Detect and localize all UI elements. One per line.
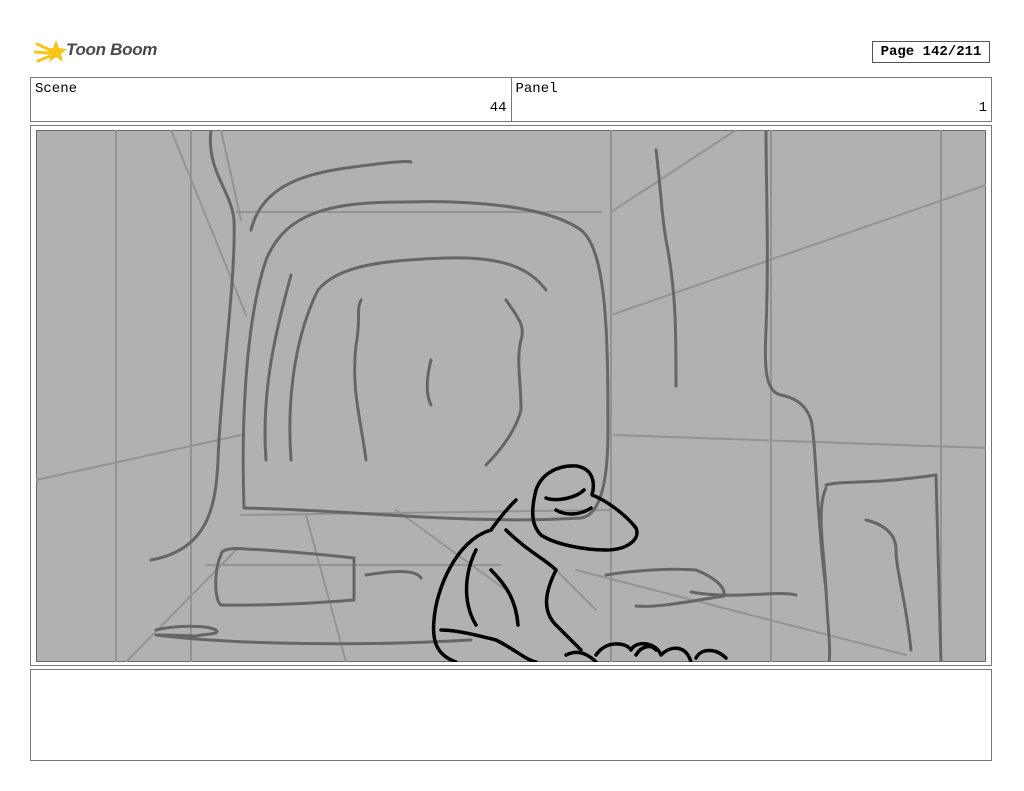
- panel-drawing: [36, 130, 986, 662]
- scene-cell: Scene 44: [31, 78, 511, 121]
- brand-name: Toon Boom: [66, 40, 158, 59]
- storyboard-panel: [30, 125, 992, 666]
- comet-star-icon: [34, 40, 67, 63]
- toon-boom-logo: Toon Boom: [34, 36, 164, 70]
- panel-label: Panel: [515, 81, 558, 97]
- scene-number: 44: [489, 100, 507, 116]
- panel-number: 1: [978, 100, 987, 116]
- scene-label: Scene: [35, 81, 78, 97]
- caption-box: [30, 669, 992, 761]
- scene-panel-header: Scene 44 Panel 1: [30, 77, 992, 122]
- page-indicator: Page 142/211: [872, 41, 990, 63]
- panel-cell: Panel 1: [510, 78, 992, 121]
